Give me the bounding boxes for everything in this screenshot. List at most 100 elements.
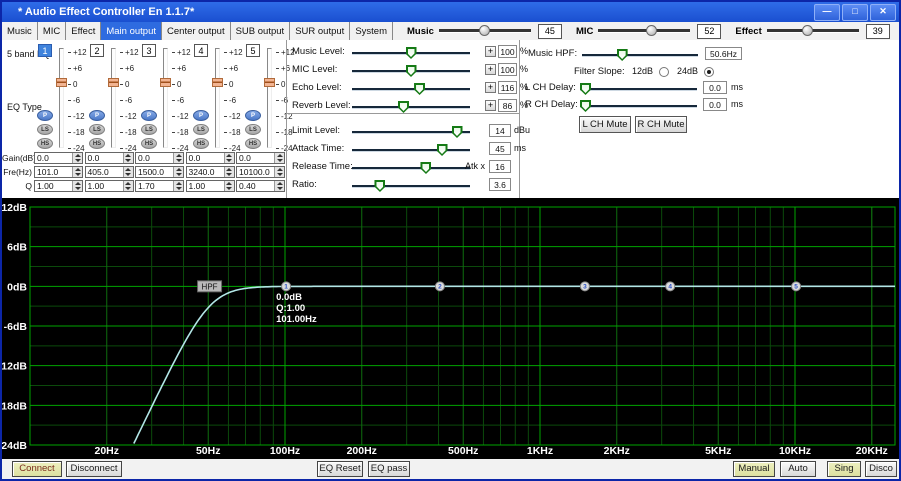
eq-q-field-band2[interactable]: 1.00	[85, 180, 134, 192]
tab-sur-output[interactable]: SUR output	[290, 22, 350, 40]
eq-type-hs-button-band4[interactable]: HS	[193, 138, 209, 149]
attack-time-thumb[interactable]	[437, 144, 448, 156]
eq-freq-field-band3[interactable]: 1500.0	[135, 166, 184, 178]
l-ch-delay-thumb[interactable]	[580, 83, 591, 95]
eq-pass-button[interactable]: EQ pass	[368, 461, 410, 477]
eq-type-ls-button-band2[interactable]: LS	[89, 124, 105, 135]
reverb-level-thumb[interactable]	[398, 101, 409, 113]
top-slider-value-music[interactable]: 45	[538, 24, 562, 39]
top-slider-track-music[interactable]	[439, 29, 531, 33]
spinner-icon[interactable]	[72, 181, 82, 191]
eq-q-field-band1[interactable]: 1.00	[34, 180, 83, 192]
eq-band-slider-thumb-4[interactable]	[212, 78, 223, 87]
eq-gain-field-band5[interactable]: 0.0	[236, 152, 285, 164]
spinner-icon[interactable]	[173, 167, 183, 177]
filter-slope-radio-24db[interactable]	[704, 67, 714, 77]
eq-q-field-band3[interactable]: 1.70	[135, 180, 184, 192]
eq-type-ls-button-band5[interactable]: LS	[245, 124, 261, 135]
eq-type-p-button-band2[interactable]: P	[89, 110, 105, 121]
eq-type-p-button-band3[interactable]: P	[141, 110, 157, 121]
eq-band-slider-thumb-3[interactable]	[160, 78, 171, 87]
connect-button[interactable]: Connect	[12, 461, 62, 477]
music-level-thumb[interactable]	[406, 47, 417, 59]
tab-mic[interactable]: MIC	[38, 22, 66, 40]
eq-band-slider-track-1[interactable]	[59, 48, 64, 148]
limit-level-thumb[interactable]	[452, 126, 463, 138]
eq-freq-field-band2[interactable]: 405.0	[85, 166, 134, 178]
eq-type-hs-button-band3[interactable]: HS	[141, 138, 157, 149]
spinner-icon[interactable]	[224, 153, 234, 163]
eq-gain-field-band1[interactable]: 0.0	[34, 152, 83, 164]
eq-freq-field-band5[interactable]: 10100.0	[236, 166, 285, 178]
spinner-icon[interactable]	[173, 153, 183, 163]
eq-band-select-1[interactable]: 1	[38, 44, 52, 57]
top-slider-track-mic[interactable]	[598, 29, 690, 33]
auto-button[interactable]: Auto	[780, 461, 816, 477]
mic-level-track[interactable]	[352, 70, 470, 73]
spinner-icon[interactable]	[274, 167, 284, 177]
music-hpf-thumb[interactable]	[617, 49, 628, 61]
music-hpf-value[interactable]: 50.6Hz	[705, 47, 742, 60]
eq-type-hs-button-band2[interactable]: HS	[89, 138, 105, 149]
top-slider-track-effect[interactable]	[767, 29, 859, 33]
ratio-track[interactable]	[352, 185, 470, 188]
limit-level-track[interactable]	[352, 131, 470, 134]
eq-band-slider-track-5[interactable]	[267, 48, 272, 148]
tab-sub-output[interactable]: SUB output	[231, 22, 291, 40]
eq-gain-field-band3[interactable]: 0.0	[135, 152, 184, 164]
eq-band-slider-thumb-1[interactable]	[56, 78, 67, 87]
reverb-level-track[interactable]	[352, 106, 470, 109]
eq-band-select-2[interactable]: 2	[90, 44, 104, 57]
eq-band-slider-track-3[interactable]	[163, 48, 168, 148]
eq-q-field-band5[interactable]: 0.40	[236, 180, 285, 192]
sing-button[interactable]: Sing	[827, 461, 861, 477]
spinner-icon[interactable]	[123, 167, 133, 177]
spinner-icon[interactable]	[224, 167, 234, 177]
r-ch-delay-track[interactable]	[580, 105, 697, 108]
eq-band-select-4[interactable]: 4	[194, 44, 208, 57]
eq-type-ls-button-band4[interactable]: LS	[193, 124, 209, 135]
echo-level-plus-button[interactable]: +	[485, 82, 496, 93]
release-time-value[interactable]: 16	[489, 160, 511, 173]
eq-band-slider-thumb-2[interactable]	[108, 78, 119, 87]
eq-gain-field-band2[interactable]: 0.0	[85, 152, 134, 164]
limit-level-value[interactable]: 14	[489, 124, 511, 137]
spinner-icon[interactable]	[123, 153, 133, 163]
eq-type-p-button-band5[interactable]: P	[245, 110, 261, 121]
eq-q-field-band4[interactable]: 1.00	[186, 180, 235, 192]
spinner-icon[interactable]	[224, 181, 234, 191]
eq-band-select-3[interactable]: 3	[142, 44, 156, 57]
l-ch-delay-value[interactable]: 0.0	[703, 81, 727, 94]
ratio-thumb[interactable]	[374, 180, 385, 192]
eq-band-slider-track-2[interactable]	[111, 48, 116, 148]
tab-music[interactable]: Music	[2, 22, 38, 40]
eq-type-hs-button-band1[interactable]: HS	[37, 138, 53, 149]
eq-gain-field-band4[interactable]: 0.0	[186, 152, 235, 164]
close-button[interactable]: ✕	[870, 4, 896, 21]
top-slider-value-mic[interactable]: 52	[697, 24, 721, 39]
eq-type-hs-button-band5[interactable]: HS	[245, 138, 261, 149]
eq-type-ls-button-band3[interactable]: LS	[141, 124, 157, 135]
reverb-level-plus-button[interactable]: +	[485, 100, 496, 111]
top-slider-value-effect[interactable]: 39	[866, 24, 890, 39]
eq-freq-field-band1[interactable]: 101.0	[34, 166, 83, 178]
eq-type-ls-button-band1[interactable]: LS	[37, 124, 53, 135]
top-slider-knob-effect[interactable]	[802, 25, 813, 36]
spinner-icon[interactable]	[72, 153, 82, 163]
tab-center-output[interactable]: Center output	[162, 22, 231, 40]
eq-type-p-button-band1[interactable]: P	[37, 110, 53, 121]
spinner-icon[interactable]	[72, 167, 82, 177]
release-time-thumb[interactable]	[420, 162, 431, 174]
music-level-track[interactable]	[352, 52, 470, 55]
music-level-value[interactable]: 100	[498, 45, 517, 58]
manual-button[interactable]: Manual	[733, 461, 775, 477]
music-level-plus-button[interactable]: +	[485, 46, 496, 57]
echo-level-track[interactable]	[352, 88, 470, 91]
tab-main-output[interactable]: Main output	[101, 22, 162, 40]
echo-level-value[interactable]: 116	[498, 81, 517, 94]
l-ch-delay-track[interactable]	[580, 88, 697, 91]
eq-band-slider-track-4[interactable]	[215, 48, 220, 148]
eq-reset-button[interactable]: EQ Reset	[317, 461, 363, 477]
disco-button[interactable]: Disco	[865, 461, 897, 477]
r-ch-delay-thumb[interactable]	[580, 100, 591, 112]
